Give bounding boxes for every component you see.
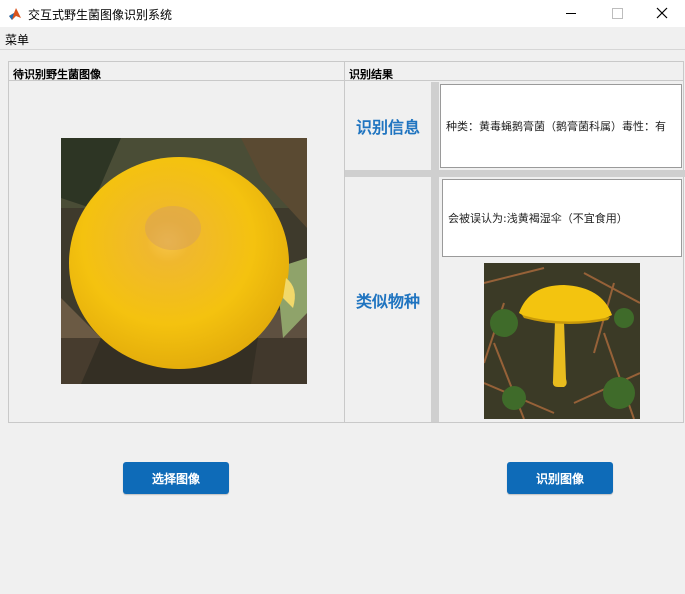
horizontal-divider xyxy=(345,170,685,177)
vertical-divider xyxy=(431,82,439,422)
input-mushroom-image xyxy=(61,138,307,384)
menu-bar: 菜单 xyxy=(0,27,685,50)
select-image-button[interactable]: 选择图像 xyxy=(123,462,229,494)
similar-species-image xyxy=(484,263,640,419)
input-panel-title: 待识别野生菌图像 xyxy=(9,62,344,81)
result-panel-title: 识别结果 xyxy=(345,62,683,81)
matlab-app-icon xyxy=(8,6,22,25)
minimize-button[interactable] xyxy=(548,0,594,27)
menu-item-main[interactable]: 菜单 xyxy=(5,31,29,48)
input-image-panel: 待识别野生菌图像 xyxy=(8,61,345,423)
window-title: 交互式野生菌图像识别系统 xyxy=(28,8,173,22)
title-bar: 交互式野生菌图像识别系统 xyxy=(0,0,685,27)
recognition-info-label: 识别信息 xyxy=(355,118,420,137)
recognition-info-textbox[interactable]: 种类：黄毒蝇鹅膏菌（鹅膏菌科属）毒性：有 xyxy=(440,84,682,168)
maximize-button[interactable] xyxy=(594,0,640,27)
close-button[interactable] xyxy=(639,0,685,27)
similar-species-label: 类似物种 xyxy=(355,291,420,311)
result-panel: 识别结果 识别信息 种类：黄毒蝇鹅膏菌（鹅膏菌科属）毒性：有 类似物种 会被误认… xyxy=(344,61,685,423)
similar-species-textbox[interactable]: 会被误认为:浅黄褐湿伞（不宜食用） xyxy=(442,179,682,257)
recognize-image-button[interactable]: 识别图像 xyxy=(507,462,613,494)
